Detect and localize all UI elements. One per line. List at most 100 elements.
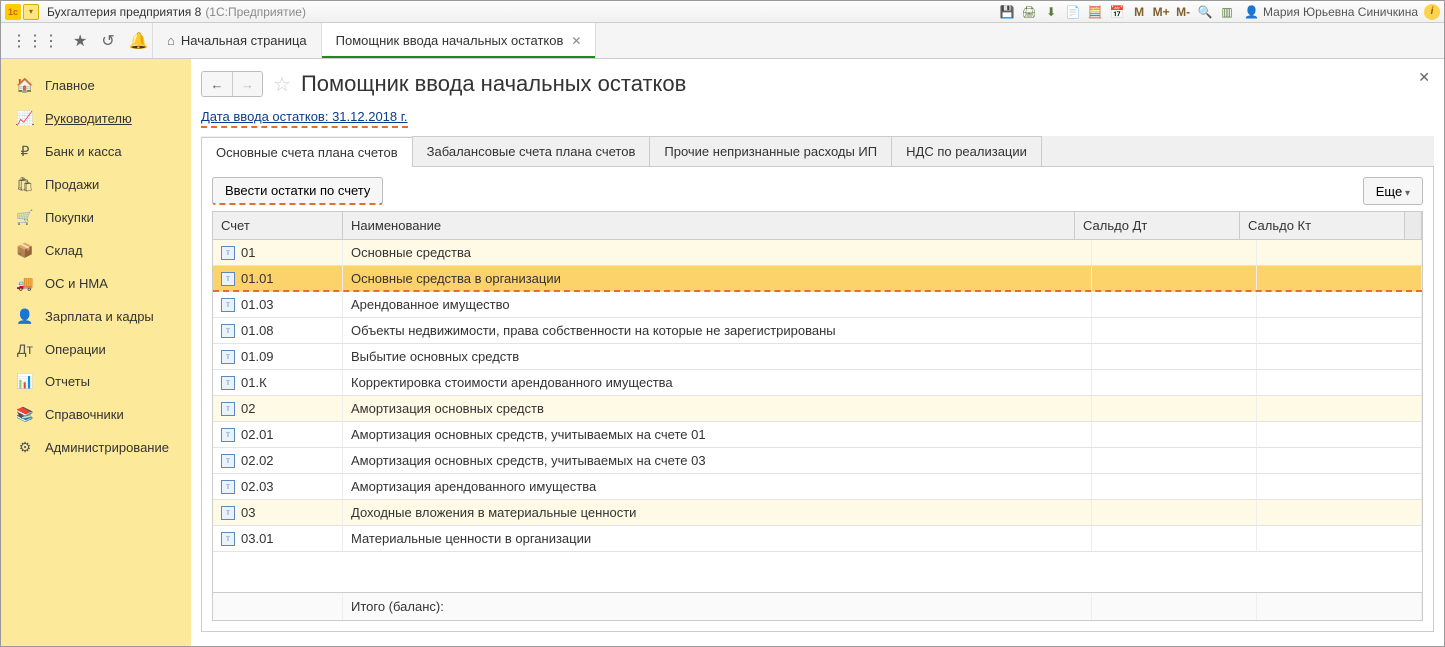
sidebar-icon: Дт xyxy=(15,341,35,357)
panel-icon[interactable]: ▥ xyxy=(1218,3,1236,21)
subtab-3[interactable]: НДС по реализации xyxy=(891,136,1042,166)
col-account[interactable]: Счет xyxy=(213,212,343,239)
sidebar-item-11[interactable]: ⚙Администрирование xyxy=(1,431,191,464)
saldo-dt-cell xyxy=(1092,370,1257,395)
account-name: Материальные ценности в организации xyxy=(343,526,1092,551)
col-saldo-kt[interactable]: Сальдо Кт xyxy=(1240,212,1405,239)
subtab-0[interactable]: Основные счета плана счетов xyxy=(201,137,413,167)
sidebar-item-1[interactable]: 📈Руководителю xyxy=(1,102,191,135)
nav-back-button[interactable]: ← xyxy=(202,72,232,96)
main-content: ✕ ← → ☆ Помощник ввода начальных остатко… xyxy=(191,59,1444,646)
sidebar-item-2[interactable]: ₽Банк и касса xyxy=(1,135,191,168)
print2-icon[interactable]: 📄 xyxy=(1064,3,1082,21)
tab-assistant[interactable]: Помощник ввода начальных остатков ✕ xyxy=(322,23,597,58)
col-saldo-dt[interactable]: Сальдо Дт xyxy=(1075,212,1240,239)
apps-icon[interactable]: ⋮⋮⋮ xyxy=(11,31,59,51)
table-row[interactable]: т01.09Выбытие основных средств xyxy=(213,344,1422,370)
saldo-dt-cell xyxy=(1092,500,1257,525)
saldo-kt-cell xyxy=(1257,448,1422,473)
close-page-icon[interactable]: ✕ xyxy=(1418,69,1430,86)
print-icon[interactable]: 🖨 xyxy=(1020,3,1038,21)
table-row[interactable]: т01.01Основные средства в организации xyxy=(213,266,1422,292)
sidebar-label: Склад xyxy=(45,243,83,258)
download-icon[interactable]: ⬇ xyxy=(1042,3,1060,21)
account-name: Корректировка стоимости арендованного им… xyxy=(343,370,1092,395)
sidebar-label: Зарплата и кадры xyxy=(45,309,154,324)
grid-header: Счет Наименование Сальдо Дт Сальдо Кт xyxy=(213,212,1422,240)
tab-close-icon[interactable]: ✕ xyxy=(571,34,581,48)
titlebar: 1c ▾ Бухгалтерия предприятия 8 (1С:Предп… xyxy=(1,1,1444,23)
sidebar-icon: 🏠 xyxy=(15,77,35,94)
memory-mplus[interactable]: M+ xyxy=(1152,3,1170,21)
account-code: 01.03 xyxy=(241,297,274,312)
table-row[interactable]: т03Доходные вложения в материальные ценн… xyxy=(213,500,1422,526)
save-icon[interactable]: 💾 xyxy=(998,3,1016,21)
zoom-icon[interactable]: 🔍 xyxy=(1196,3,1214,21)
table-row[interactable]: т02.02Амортизация основных средств, учит… xyxy=(213,448,1422,474)
calendar-icon[interactable]: 📅 xyxy=(1108,3,1126,21)
sidebar-item-8[interactable]: ДтОперации xyxy=(1,333,191,365)
table-row[interactable]: т01Основные средства xyxy=(213,240,1422,266)
saldo-dt-cell xyxy=(1092,266,1257,291)
tab-home[interactable]: ⌂ Начальная страница xyxy=(153,23,322,58)
user-label[interactable]: 👤 Мария Юрьевна Синичкина xyxy=(1244,5,1418,19)
col-name[interactable]: Наименование xyxy=(343,212,1075,239)
table-row[interactable]: т01.08Объекты недвижимости, права собств… xyxy=(213,318,1422,344)
account-icon: т xyxy=(221,402,235,416)
star-icon[interactable]: ★ xyxy=(73,31,87,51)
subtab-1[interactable]: Забалансовые счета плана счетов xyxy=(412,136,651,166)
sidebar-label: Отчеты xyxy=(45,374,90,389)
memory-m[interactable]: M xyxy=(1130,3,1148,21)
nav-forward-button[interactable]: → xyxy=(232,72,262,96)
account-name: Доходные вложения в материальные ценност… xyxy=(343,500,1092,525)
app-menu-dropdown[interactable]: ▾ xyxy=(23,4,39,20)
sidebar-item-5[interactable]: 📦 Склад xyxy=(1,234,191,267)
table-row[interactable]: т01.03Арендованное имущество xyxy=(213,292,1422,318)
bell-icon[interactable]: 🔔 xyxy=(129,31,149,51)
sidebar-icon: 📦 xyxy=(15,242,35,259)
more-button[interactable]: Еще xyxy=(1363,177,1423,205)
sidebar-item-10[interactable]: 📚Справочники xyxy=(1,398,191,431)
sidebar-item-7[interactable]: 👤Зарплата и кадры xyxy=(1,300,191,333)
account-code: 01.09 xyxy=(241,349,274,364)
table-row[interactable]: т02.03Амортизация арендованного имуществ… xyxy=(213,474,1422,500)
sidebar-label: Администрирование xyxy=(45,440,169,455)
table-row[interactable]: т01.ККорректировка стоимости арендованно… xyxy=(213,370,1422,396)
app-title: Бухгалтерия предприятия 8 xyxy=(47,5,201,19)
grid-body[interactable]: т01Основные средстват01.01Основные средс… xyxy=(213,240,1422,592)
saldo-kt-cell xyxy=(1257,500,1422,525)
subtab-2[interactable]: Прочие непризнанные расходы ИП xyxy=(649,136,892,166)
favorite-star-icon[interactable]: ☆ xyxy=(273,72,291,97)
account-name: Объекты недвижимости, права собственност… xyxy=(343,318,1092,343)
account-icon: т xyxy=(221,350,235,364)
date-entry-link[interactable]: Дата ввода остатков: 31.12.2018 г. xyxy=(201,109,408,128)
sidebar-item-4[interactable]: 🛒Покупки xyxy=(1,201,191,234)
history-icon[interactable]: ↺ xyxy=(101,31,114,51)
account-icon: т xyxy=(221,246,235,260)
app-subtitle: (1С:Предприятие) xyxy=(205,5,306,19)
sidebar-item-3[interactable]: 🛍Продажи xyxy=(1,168,191,201)
calc-icon[interactable]: 🧮 xyxy=(1086,3,1104,21)
saldo-dt-cell xyxy=(1092,292,1257,317)
account-code: 03 xyxy=(241,505,255,520)
sidebar-label: Справочники xyxy=(45,407,124,422)
content-panel: Ввести остатки по счету Еще Счет Наимено… xyxy=(201,167,1434,632)
saldo-kt-cell xyxy=(1257,474,1422,499)
memory-mminus[interactable]: M- xyxy=(1174,3,1192,21)
sidebar-icon: 📈 xyxy=(15,110,35,127)
enter-balance-button[interactable]: Ввести остатки по счету xyxy=(212,177,383,205)
sidebar-icon: 🚚 xyxy=(15,275,35,292)
saldo-kt-cell xyxy=(1257,370,1422,395)
sidebar-label: Банк и касса xyxy=(45,144,122,159)
account-name: Амортизация арендованного имущества xyxy=(343,474,1092,499)
sidebar-item-6[interactable]: 🚚ОС и НМА xyxy=(1,267,191,300)
account-name: Основные средства xyxy=(343,240,1092,265)
account-name: Амортизация основных средств, учитываемы… xyxy=(343,422,1092,447)
info-icon[interactable]: i xyxy=(1424,4,1440,20)
table-row[interactable]: т03.01Материальные ценности в организаци… xyxy=(213,526,1422,552)
account-icon: т xyxy=(221,532,235,546)
table-row[interactable]: т02.01Амортизация основных средств, учит… xyxy=(213,422,1422,448)
sidebar-item-9[interactable]: 📊Отчеты xyxy=(1,365,191,398)
table-row[interactable]: т02Амортизация основных средств xyxy=(213,396,1422,422)
sidebar-item-0[interactable]: 🏠Главное xyxy=(1,69,191,102)
